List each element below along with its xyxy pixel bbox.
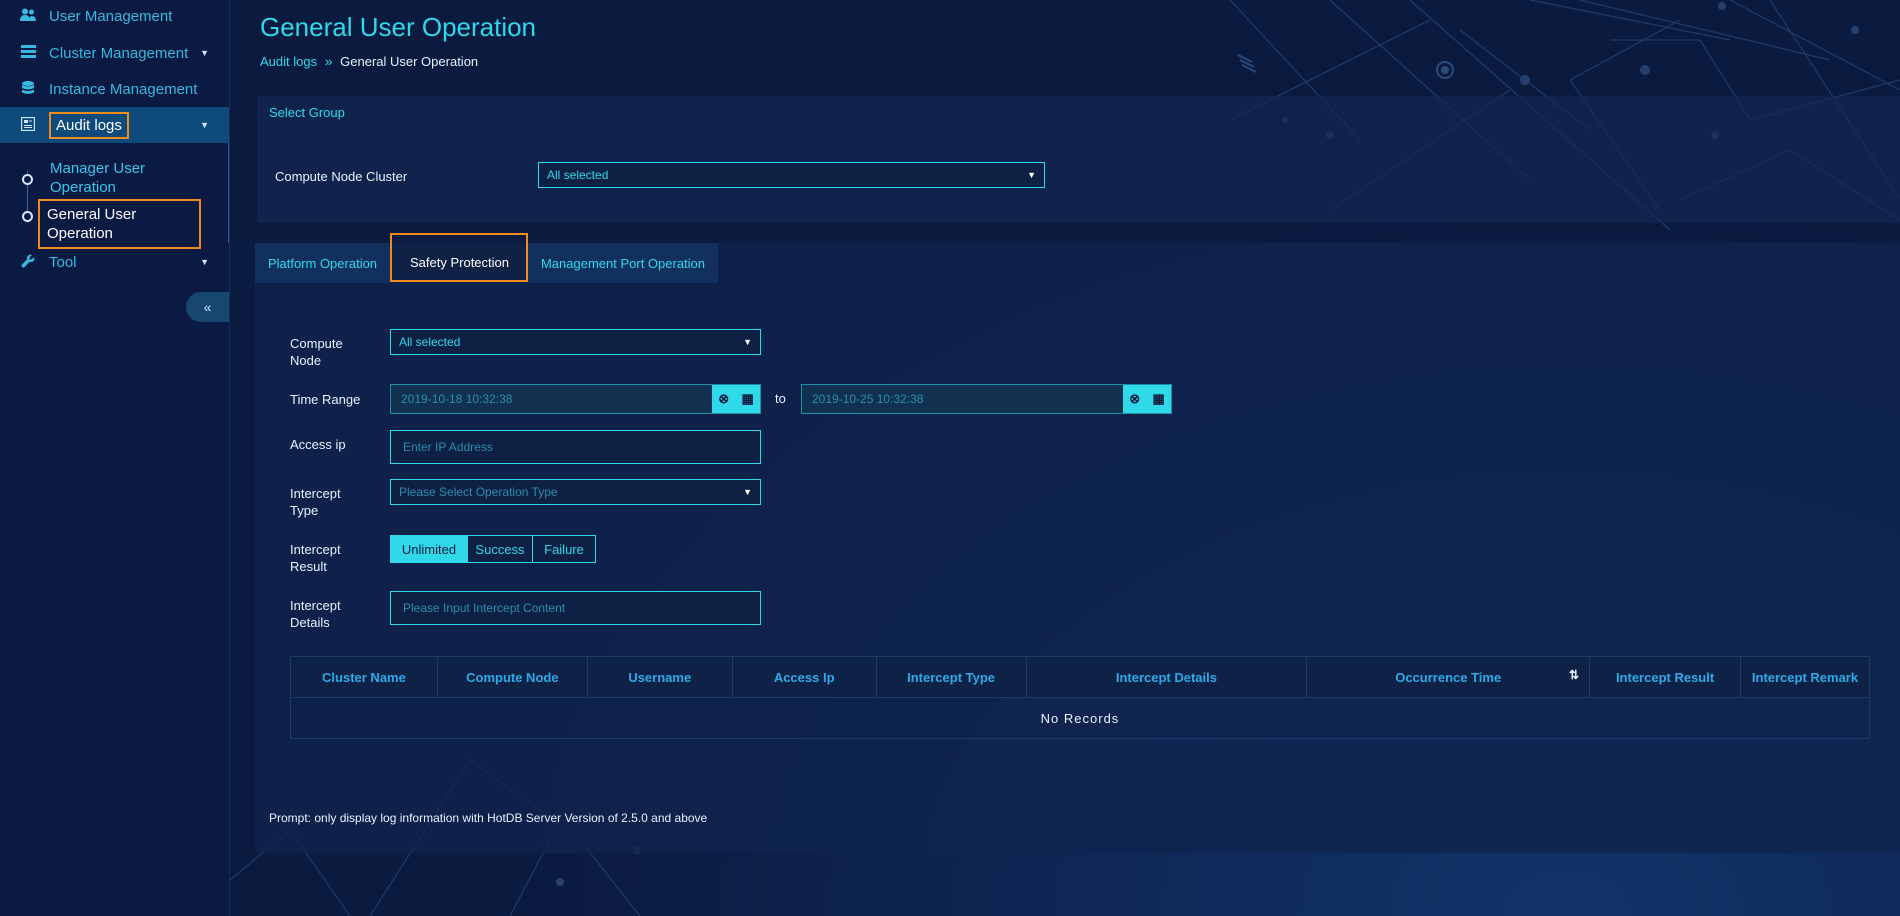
log-book-icon	[18, 116, 38, 134]
content-panel: Platform Operation Safety Protection Man…	[255, 233, 1900, 853]
select-value: All selected	[547, 168, 609, 182]
table-empty-row: No Records	[290, 697, 1870, 739]
page-title: General User Operation	[260, 12, 537, 42]
tab-label: Platform Operation	[267, 255, 378, 271]
breadcrumb-current: General User Operation	[340, 54, 479, 69]
no-records-text: No Records	[290, 697, 1870, 739]
time-range-to-label: to	[775, 391, 786, 406]
tab-label: Management Port Operation	[540, 255, 706, 271]
access-ip-input[interactable]: Enter IP Address	[390, 430, 761, 464]
compute-node-cluster-select[interactable]: All selected ▼	[538, 162, 1045, 188]
clear-icon[interactable]: ⊗	[1129, 391, 1140, 407]
sidebar-collapse-button[interactable]: «	[186, 292, 229, 322]
circle-bullet-icon	[22, 174, 33, 185]
caret-down-icon: ▼	[200, 120, 209, 130]
sidebar-subitem-label: General User Operation	[38, 199, 201, 249]
end-time-input[interactable]: 2019-10-25 10:32:38 ⊗ ▦	[801, 384, 1172, 414]
sidebar-item-label: Audit logs	[49, 111, 129, 139]
column-header-intercept-details[interactable]: Intercept Details	[1025, 656, 1308, 698]
double-chevron-left-icon: «	[203, 299, 212, 315]
compute-node-select[interactable]: All selected ▼	[390, 329, 761, 355]
audit-logs-submenu: Manager User Operation General User Oper…	[0, 143, 229, 249]
column-header-intercept-type[interactable]: Intercept Type	[875, 656, 1027, 698]
caret-down-icon: ▼	[743, 487, 752, 497]
caret-down-icon: ▼	[200, 257, 209, 267]
end-time-buttons: ⊗ ▦	[1123, 385, 1171, 413]
users-icon	[18, 8, 38, 24]
sidebar-item-instance-management[interactable]: Instance Management	[0, 71, 229, 107]
column-header-occurrence-time[interactable]: Occurrence Time ⇅	[1306, 656, 1591, 698]
sidebar: User Management Cluster Management ▼ Ins…	[0, 0, 230, 916]
sidebar-item-label: Cluster Management	[49, 44, 189, 62]
access-ip-placeholder: Enter IP Address	[403, 440, 493, 454]
result-option-success[interactable]: Success	[467, 535, 533, 563]
caret-down-icon: ▼	[1027, 170, 1036, 180]
sidebar-item-cluster-management[interactable]: Cluster Management ▼	[0, 35, 229, 71]
tab-management-port-operation[interactable]: Management Port Operation	[528, 243, 718, 283]
end-time-value: 2019-10-25 10:32:38	[812, 392, 924, 406]
column-header-intercept-remark[interactable]: Intercept Remark	[1740, 656, 1870, 698]
intercept-log-table: Cluster Name Compute Node Username Acces…	[290, 656, 1870, 739]
column-header-access-ip[interactable]: Access Ip	[731, 656, 877, 698]
column-header-cluster-name[interactable]: Cluster Name	[290, 656, 438, 698]
start-time-buttons: ⊗ ▦	[712, 385, 760, 413]
tab-platform-operation[interactable]: Platform Operation	[255, 243, 390, 283]
wrench-icon	[18, 254, 38, 271]
intercept-type-select[interactable]: Please Select Operation Type ▼	[390, 479, 761, 505]
select-value: All selected	[399, 335, 461, 349]
column-header-compute-node[interactable]: Compute Node	[436, 656, 588, 698]
intercept-type-label: Intercept Type	[290, 486, 341, 518]
server-stack-icon	[18, 45, 38, 61]
circle-bullet-icon	[22, 211, 33, 222]
tab-safety-protection[interactable]: Safety Protection	[398, 245, 521, 279]
database-icon	[18, 80, 38, 98]
result-option-unlimited[interactable]: Unlimited	[390, 535, 468, 563]
column-header-label: Occurrence Time	[1395, 669, 1502, 685]
compute-node-label: Compute Node	[290, 336, 343, 368]
breadcrumb-separator-icon: »	[324, 53, 333, 69]
access-ip-label: Access ip	[290, 437, 346, 452]
tab-label: Safety Protection	[410, 254, 509, 270]
sidebar-item-tool[interactable]: Tool ▼	[0, 244, 229, 280]
sidebar-item-audit-logs[interactable]: Audit logs ▼	[0, 107, 229, 143]
start-time-value: 2019-10-18 10:32:38	[401, 392, 513, 406]
sidebar-item-label: Tool	[49, 253, 77, 271]
sidebar-item-label: User Management	[49, 7, 173, 25]
sidebar-subitem-label: Manager User Operation	[50, 160, 146, 196]
column-header-intercept-result[interactable]: Intercept Result	[1589, 656, 1742, 698]
caret-down-icon: ▼	[743, 337, 752, 347]
intercept-details-placeholder: Please Input Intercept Content	[403, 601, 566, 615]
clear-icon[interactable]: ⊗	[718, 391, 729, 407]
caret-down-icon: ▼	[200, 48, 209, 58]
table-header-row: Cluster Name Compute Node Username Acces…	[290, 656, 1870, 698]
main-content: General User Operation Audit logs » Gene…	[230, 0, 1900, 916]
column-header-username[interactable]: Username	[586, 656, 733, 698]
sidebar-item-user-management[interactable]: User Management	[0, 0, 229, 34]
result-option-failure[interactable]: Failure	[532, 535, 596, 563]
sidebar-item-label: Instance Management	[49, 80, 198, 98]
breadcrumb: Audit logs » General User Operation	[260, 53, 478, 69]
intercept-details-input[interactable]: Please Input Intercept Content	[390, 591, 761, 625]
calendar-icon[interactable]: ▦	[1152, 391, 1164, 407]
start-time-input[interactable]: 2019-10-18 10:32:38 ⊗ ▦	[390, 384, 761, 414]
sort-desc-icon[interactable]: ⇅	[1569, 668, 1579, 682]
compute-node-cluster-label: Compute Node Cluster	[275, 169, 408, 184]
version-prompt: Prompt: only display log information wit…	[269, 811, 708, 825]
intercept-details-label: Intercept Details	[290, 598, 341, 630]
select-group-panel: Select Group Compute Node Cluster All se…	[257, 96, 1900, 223]
calendar-icon[interactable]: ▦	[741, 391, 753, 407]
breadcrumb-link-audit-logs[interactable]: Audit logs	[260, 54, 317, 69]
intercept-result-label: Intercept Result	[290, 542, 341, 574]
select-group-title: Select Group	[269, 105, 345, 120]
time-range-label: Time Range	[290, 392, 361, 407]
select-placeholder: Please Select Operation Type	[399, 485, 558, 499]
